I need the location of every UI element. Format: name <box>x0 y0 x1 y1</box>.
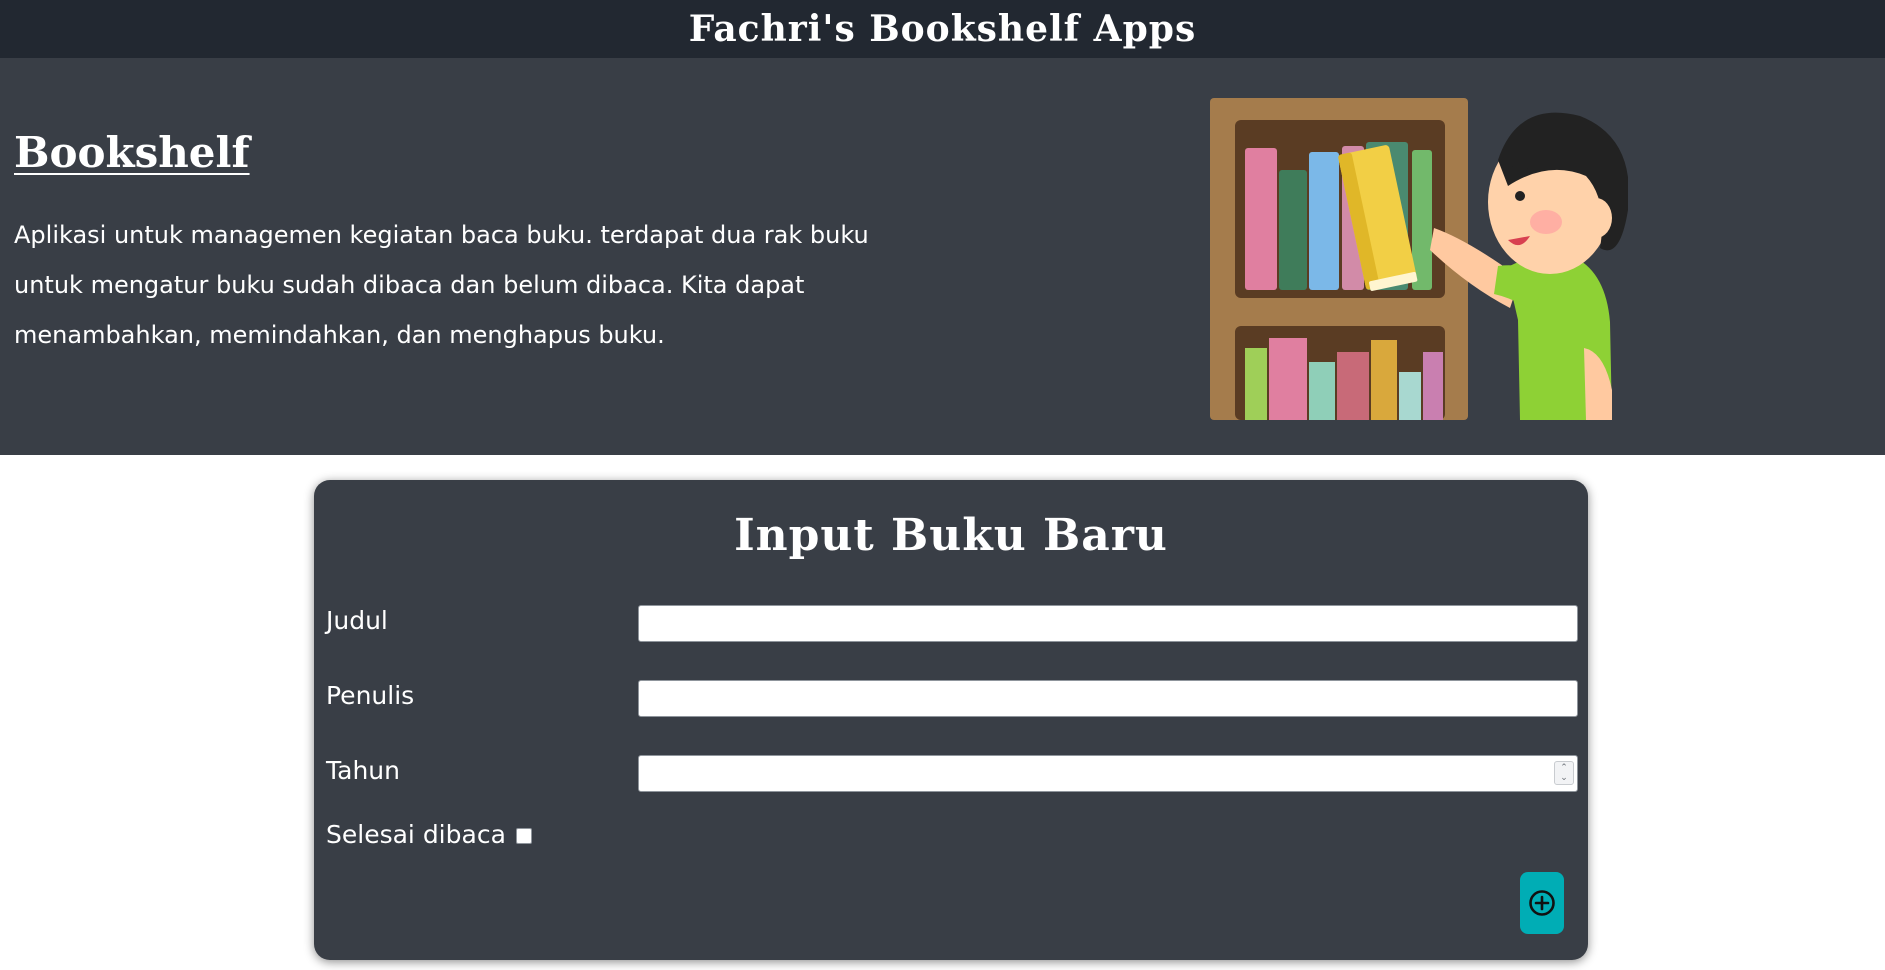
judul-input[interactable] <box>638 605 1578 642</box>
hero-title: Bookshelf <box>14 128 250 177</box>
app-title: Fachri's Bookshelf Apps <box>688 8 1197 50</box>
selesai-dibaca-label: Selesai dibaca <box>326 820 506 849</box>
penulis-label: Penulis <box>326 681 415 710</box>
input-book-form: Input Buku Baru Judul Penulis Tahun ⌃ ⌄ … <box>314 480 1588 960</box>
tahun-label: Tahun <box>326 756 400 785</box>
app-header: Fachri's Bookshelf Apps <box>0 0 1885 58</box>
hero-section: Bookshelf Aplikasi untuk managemen kegia… <box>0 58 1885 455</box>
form-title: Input Buku Baru <box>734 510 1168 561</box>
plus-circle-icon <box>1529 890 1555 916</box>
hero-description: Aplikasi untuk managemen kegiatan baca b… <box>14 221 869 349</box>
bookshelf-illustration <box>1210 98 1628 420</box>
judul-label: Judul <box>326 606 388 635</box>
tahun-input[interactable] <box>638 755 1578 792</box>
penulis-input[interactable] <box>638 680 1578 717</box>
selesai-dibaca-checkbox[interactable] <box>516 828 532 844</box>
add-book-button[interactable] <box>1520 872 1564 934</box>
number-spinner-icon[interactable]: ⌃ ⌄ <box>1554 761 1574 785</box>
tahun-field: ⌃ ⌄ <box>638 755 1578 792</box>
